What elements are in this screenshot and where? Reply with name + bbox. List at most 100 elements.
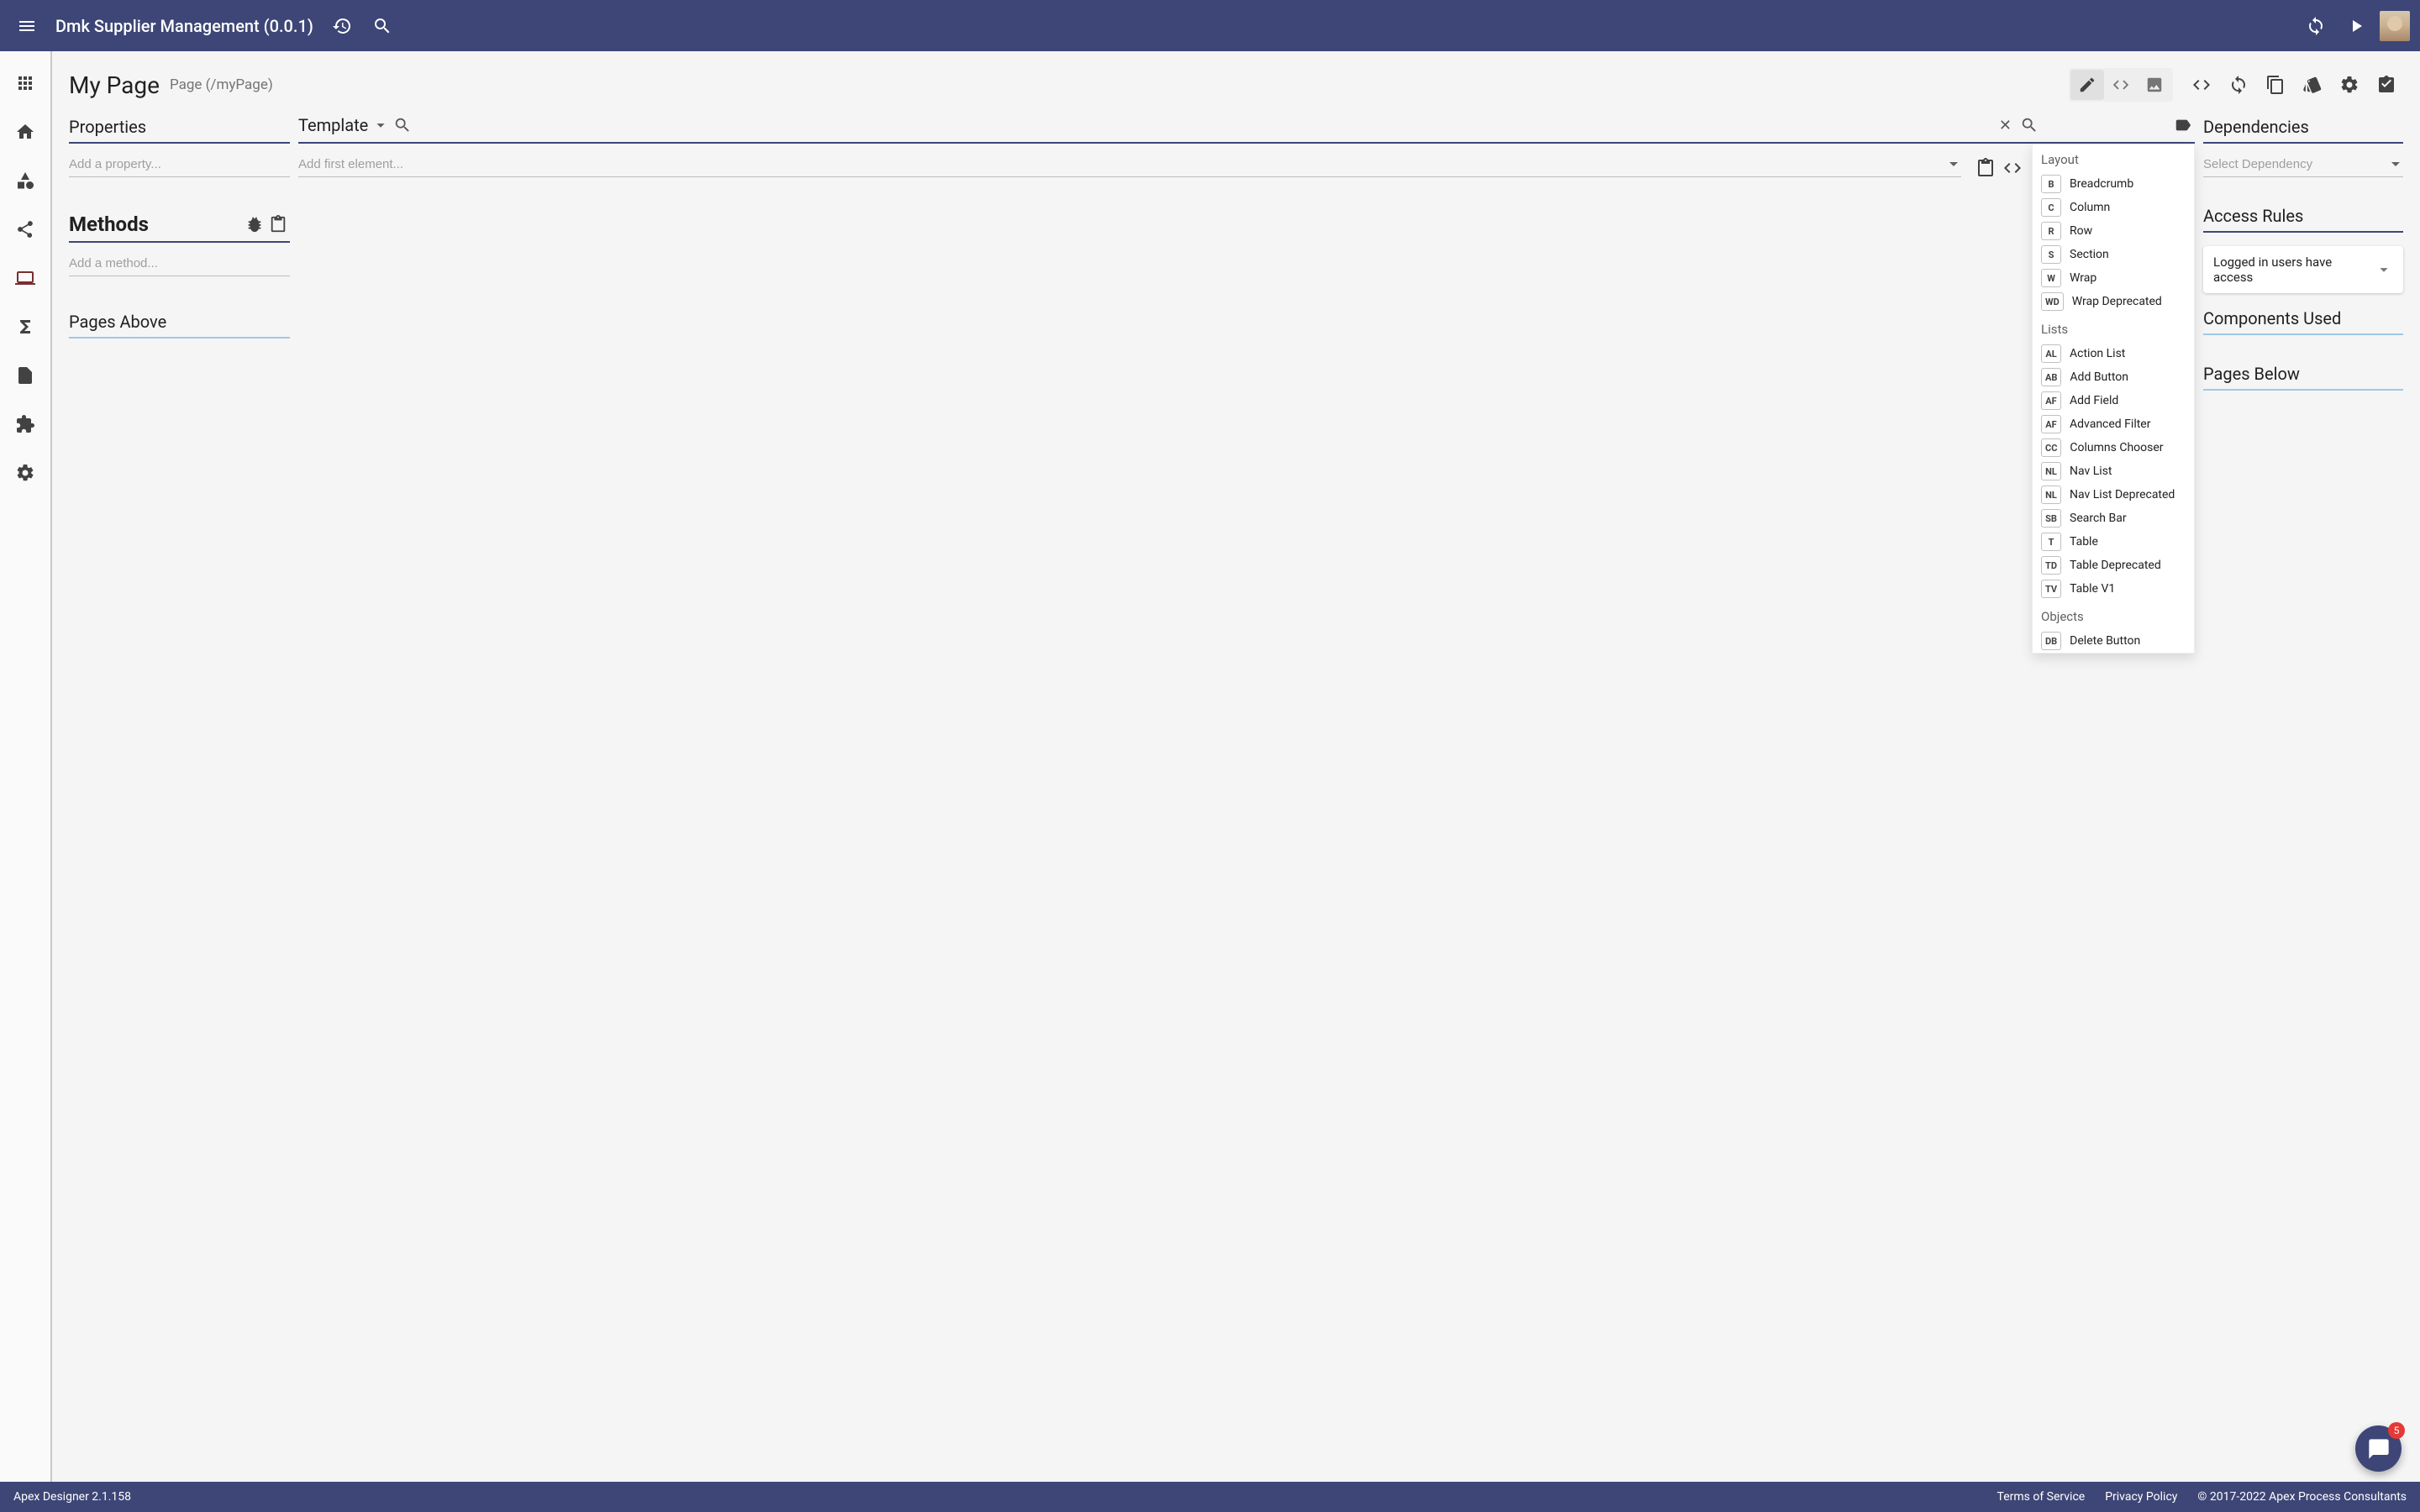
menu-icon[interactable] (10, 9, 44, 43)
rail-laptop-icon[interactable] (8, 261, 42, 295)
palette-search-input[interactable] (2042, 118, 2168, 133)
palette-item[interactable]: SBSearch Bar (2033, 507, 2194, 530)
add-first-element-input[interactable] (298, 157, 1949, 171)
rail-apps-icon[interactable] (8, 66, 42, 100)
palette-item[interactable]: SSection (2033, 243, 2194, 266)
properties-heading-label: Properties (69, 117, 146, 137)
copy-tool-icon[interactable] (2259, 68, 2292, 102)
edit-mode-button[interactable] (2070, 70, 2104, 100)
footer: Apex Designer 2.1.158 Terms of Service P… (0, 1482, 2420, 1512)
palette-item-badge: TV (2041, 580, 2061, 598)
element-dropdown-icon[interactable] (1949, 162, 1958, 166)
paste-methods-icon[interactable] (266, 213, 290, 236)
palette-group-label: Layout (2033, 144, 2194, 172)
palette-item[interactable]: WDWrap Deprecated (2033, 290, 2194, 313)
footer-copyright: © 2017-2022 Apex Process Consultants (2197, 1490, 2407, 1504)
sync-icon[interactable] (2299, 9, 2333, 43)
footer-privacy-link[interactable]: Privacy Policy (2105, 1490, 2177, 1504)
access-rule-chip[interactable]: Logged in users have access (2203, 246, 2403, 293)
pages-below-heading: Pages Below (2203, 360, 2403, 391)
add-first-element-field[interactable] (298, 152, 1961, 177)
add-method-field[interactable] (69, 251, 290, 276)
assignment-tool-icon[interactable] (2370, 68, 2403, 102)
palette-item[interactable]: NLNav List (2033, 459, 2194, 483)
palette-item-label: Column (2070, 201, 2110, 214)
palette-item[interactable]: TVTable V1 (2033, 577, 2194, 601)
palette-item[interactable]: B Breadcrumb (2033, 172, 2194, 196)
palette-item-badge: B (2041, 175, 2061, 193)
tag-icon[interactable] (2171, 113, 2195, 137)
play-icon[interactable] (2339, 9, 2373, 43)
rail-settings-icon[interactable] (8, 456, 42, 490)
palette-item[interactable]: TTable (2033, 530, 2194, 554)
palette-item-label: Wrap (2070, 271, 2096, 285)
template-search-icon-left[interactable] (393, 116, 412, 134)
pages-above-heading: Pages Above (69, 308, 290, 339)
template-heading-label: Template (298, 115, 368, 135)
rail-shapes-icon[interactable] (8, 164, 42, 197)
palette-item-badge: TD (2041, 556, 2061, 575)
palette-item-badge: AF (2041, 391, 2061, 410)
palette-item[interactable]: CCColumns Chooser (2033, 436, 2194, 459)
palette-item-label: Table (2070, 535, 2098, 549)
palette-item-label: Nav List (2070, 465, 2112, 478)
avatar[interactable] (2380, 11, 2410, 41)
palette-search-icon[interactable] (2020, 116, 2039, 134)
dependencies-heading-label: Dependencies (2203, 117, 2309, 137)
palette-item-badge: C (2041, 198, 2061, 217)
code-template-icon[interactable] (2000, 155, 2025, 181)
code-mode-button[interactable] (2104, 70, 2138, 100)
dependencies-heading: Dependencies (2203, 113, 2403, 144)
settings-tool-icon[interactable] (2333, 68, 2366, 102)
template-search-left-input[interactable] (415, 118, 1991, 133)
palette-item-badge: W (2041, 269, 2061, 287)
access-rules-heading: Access Rules (2203, 202, 2403, 233)
rail-share-icon[interactable] (8, 213, 42, 246)
search-icon[interactable] (366, 9, 399, 43)
access-rules-heading-label: Access Rules (2203, 206, 2303, 226)
palette-item-badge: NL (2041, 486, 2061, 504)
palette-item[interactable]: ALAction List (2033, 342, 2194, 365)
rail-extension-icon[interactable] (8, 407, 42, 441)
style-tool-icon[interactable] (2296, 68, 2329, 102)
add-property-input[interactable] (69, 157, 290, 171)
paste-template-icon[interactable] (1973, 155, 1998, 181)
bug-icon[interactable] (243, 213, 266, 236)
palette-item-label: Breadcrumb (2070, 177, 2133, 191)
palette-item[interactable]: AFAdvanced Filter (2033, 412, 2194, 436)
rail-sigma-icon[interactable] (8, 310, 42, 344)
clear-search-icon[interactable]: ✕ (1994, 117, 2017, 134)
code-tool-icon[interactable] (2185, 68, 2218, 102)
components-used-heading: Components Used (2203, 305, 2403, 335)
palette-item[interactable]: C Column (2033, 196, 2194, 219)
chat-fab[interactable]: 5 (2355, 1425, 2402, 1472)
palette-item[interactable]: DBDelete Button (2033, 629, 2194, 653)
palette-item[interactable]: W Wrap (2033, 266, 2194, 290)
palette-item[interactable]: TDTable Deprecated (2033, 554, 2194, 577)
palette-group-label: Lists (2033, 313, 2194, 342)
history-icon[interactable] (325, 9, 359, 43)
palette-item-badge: R (2041, 222, 2061, 240)
access-rule-label: Logged in users have access (2213, 255, 2375, 285)
palette-item[interactable]: RRow (2033, 219, 2194, 243)
select-dependency-input[interactable] (2203, 157, 2391, 171)
palette-item[interactable]: ABAdd Button (2033, 365, 2194, 389)
pages-above-heading-label: Pages Above (69, 312, 166, 332)
dependency-dropdown-icon[interactable] (2391, 162, 2400, 166)
footer-tos-link[interactable]: Terms of Service (1997, 1490, 2086, 1504)
palette-item-badge: AF (2041, 415, 2061, 433)
image-mode-button[interactable] (2138, 70, 2171, 100)
palette-item[interactable]: AF Add Field (2033, 389, 2194, 412)
add-property-field[interactable] (69, 152, 290, 177)
select-dependency-field[interactable] (2203, 152, 2403, 177)
rail-home-icon[interactable] (8, 115, 42, 149)
rail-file-icon[interactable] (8, 359, 42, 392)
add-method-input[interactable] (69, 256, 290, 270)
palette-item-label: Add Field (2070, 394, 2118, 407)
left-rail (0, 51, 52, 1482)
palette-item-label: Nav List Deprecated (2070, 488, 2175, 501)
refresh-tool-icon[interactable] (2222, 68, 2255, 102)
template-dropdown-icon[interactable] (371, 116, 390, 134)
app-bar: Dmk Supplier Management (0.0.1) (0, 0, 2420, 51)
palette-item[interactable]: NL Nav List Deprecated (2033, 483, 2194, 507)
